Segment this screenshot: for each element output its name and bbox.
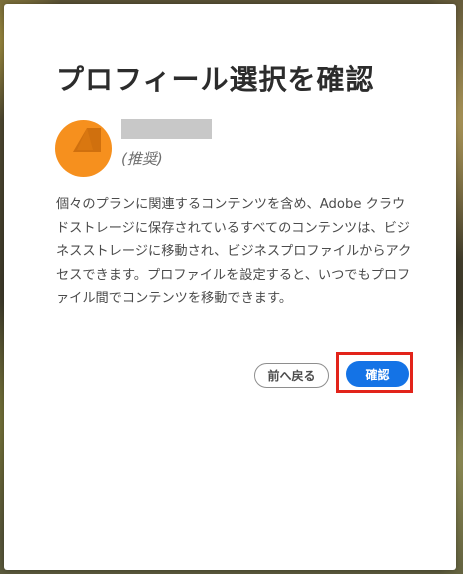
confirm-button[interactable]: 確認: [346, 361, 409, 387]
dialog-description: 個々のプランに関連するコンテンツを含め、Adobe クラウドストレージに保存され…: [56, 197, 412, 306]
profile-name-redacted: [121, 119, 212, 139]
confirm-profile-dialog: プロフィール選択を確認 (推奨) 個々のプランに関連するコンテンツを含め、Ado…: [4, 4, 456, 570]
recommended-label: (推奨): [121, 150, 163, 168]
back-button[interactable]: 前へ戻る: [254, 363, 329, 388]
person-avatar-icon: [55, 120, 112, 177]
dialog-title: プロフィール選択を確認: [56, 63, 375, 96]
